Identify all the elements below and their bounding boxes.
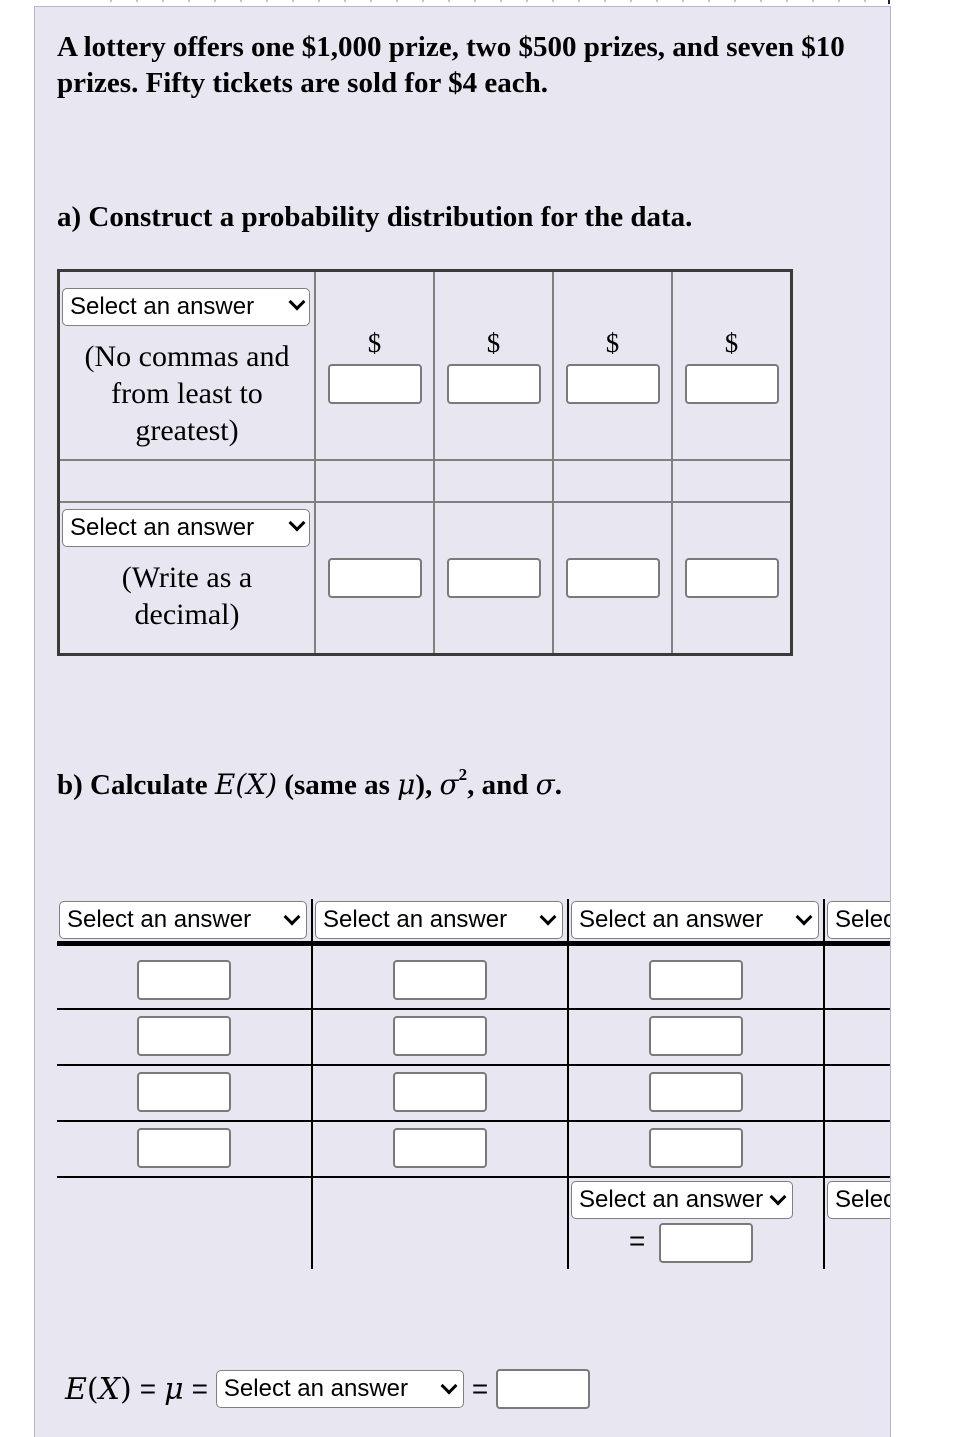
mu-symbol: μ: [397, 768, 416, 801]
row1-hint: (No commas and from least to greatest): [84, 340, 290, 447]
dollar-sign: $: [367, 327, 382, 358]
equals-sign: =: [629, 1225, 646, 1256]
header-separator: [57, 941, 890, 946]
calc-input-r2-c2[interactable]: [393, 1016, 487, 1056]
value-input-1[interactable]: [327, 363, 422, 404]
column-4-select[interactable]: Select an answer: [827, 901, 890, 939]
sum-select-col4[interactable]: Select an answer: [827, 1181, 890, 1219]
value-input-2[interactable]: [446, 363, 541, 404]
expected-value-input[interactable]: [496, 1369, 591, 1409]
expected-value-symbol: E(X): [214, 768, 278, 801]
prob-cell: [552, 501, 673, 656]
part-a-heading: a) Construct a probability distribution …: [57, 201, 693, 233]
value-cell: $: [433, 269, 554, 461]
prob-input-1[interactable]: [327, 558, 422, 598]
row-divider: [57, 1008, 890, 1010]
column-divider: [567, 899, 569, 1269]
prob-input-3[interactable]: [565, 558, 660, 598]
calc-input-r4-c3[interactable]: [649, 1128, 743, 1168]
calc-input-r2-c1[interactable]: [137, 1016, 231, 1056]
row-divider: [57, 1064, 890, 1066]
value-cell: $: [314, 269, 435, 461]
part-b-heading: b) Calculate E(X) (same as μ), σ2, and σ…: [57, 765, 563, 801]
row3-hint: (Write as a decimal): [121, 561, 253, 631]
value-cell: $: [671, 269, 793, 461]
calc-input-r3-c2[interactable]: [393, 1072, 487, 1112]
prob-input-4[interactable]: [684, 558, 779, 598]
probability-distribution-table: Select an answer (No commas and from lea…: [57, 269, 793, 656]
calc-input-r1-c3[interactable]: [649, 960, 743, 1000]
dollar-sign: $: [724, 327, 739, 358]
value-cell: $: [552, 269, 673, 461]
calc-input-r4-c2[interactable]: [393, 1128, 487, 1168]
row3-variable-select[interactable]: Select an answer: [62, 509, 310, 547]
calc-input-r3-c1[interactable]: [137, 1072, 231, 1112]
column-divider: [311, 899, 313, 1269]
column-3-select[interactable]: Select an answer: [571, 901, 819, 939]
row-divider: [57, 1176, 890, 1178]
mu-symbol: μ: [164, 1371, 184, 1407]
table-row-probabilities: Select an answer (Write as a decimal): [57, 501, 793, 656]
expected-value-row: E(X) = μ = Select an answer =: [65, 1369, 591, 1409]
dollar-sign: $: [605, 327, 620, 358]
prob-cell: [314, 501, 435, 656]
value-input-4[interactable]: [684, 363, 779, 404]
column-divider: [823, 899, 825, 1269]
table-row-values: Select an answer (No commas and from lea…: [57, 269, 793, 461]
row-divider: [57, 1120, 890, 1122]
prob-input-2[interactable]: [446, 558, 541, 598]
expected-value-label: E(X): [65, 1371, 132, 1407]
calc-input-r1-c1[interactable]: [137, 960, 231, 1000]
row-label-cell: Select an answer (No commas and from lea…: [57, 269, 316, 461]
expected-value-select[interactable]: Select an answer: [215, 1370, 464, 1408]
sigma-symbol: σ: [535, 768, 555, 801]
column-1-select[interactable]: Select an answer: [59, 901, 307, 939]
row1-variable-select[interactable]: Select an answer: [62, 288, 310, 326]
question-panel: A lottery offers one $1,000 prize, two $…: [34, 6, 891, 1437]
sum-select[interactable]: Select an answer: [571, 1181, 793, 1219]
squared-exponent: 2: [458, 765, 468, 784]
equals-sign: =: [191, 1373, 208, 1404]
equals-sign: =: [471, 1373, 489, 1404]
calc-input-r2-c3[interactable]: [649, 1016, 743, 1056]
value-input-3[interactable]: [565, 363, 660, 404]
sum-value-input[interactable]: [659, 1223, 753, 1263]
dollar-sign: $: [486, 327, 501, 358]
row-label-cell: Select an answer (Write as a decimal): [57, 501, 316, 656]
equals-sign: =: [139, 1373, 157, 1404]
cut-off-previous-line: [110, 0, 890, 4]
table-row-spacer: [57, 459, 793, 503]
column-2-select[interactable]: Select an answer: [315, 901, 563, 939]
sigma-symbol: σ: [439, 768, 459, 801]
calc-input-r4-c1[interactable]: [137, 1128, 231, 1168]
prob-cell: [671, 501, 793, 656]
prob-cell: [433, 501, 554, 656]
calc-input-r3-c3[interactable]: [649, 1072, 743, 1112]
question-text: A lottery offers one $1,000 prize, two $…: [57, 31, 845, 99]
calc-input-r1-c2[interactable]: [393, 960, 487, 1000]
